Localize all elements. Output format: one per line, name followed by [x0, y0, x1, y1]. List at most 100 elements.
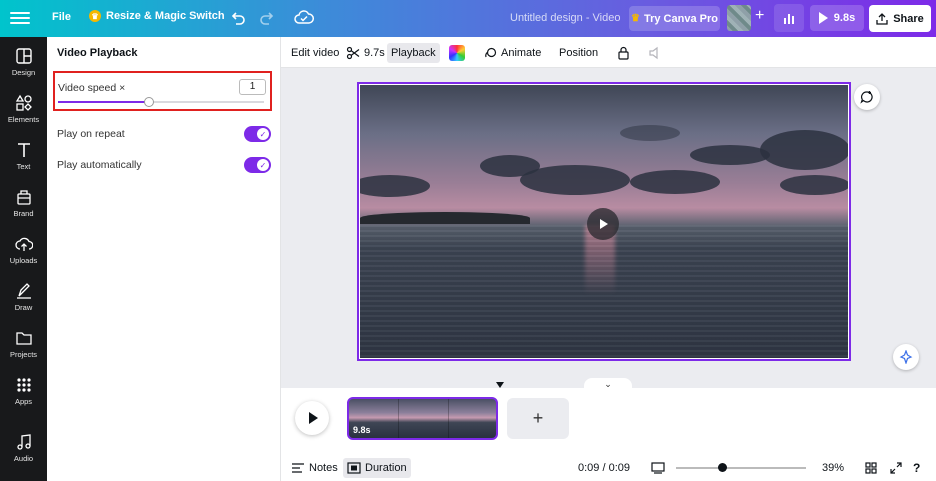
zoom-percent[interactable]: 39%	[818, 458, 848, 478]
zoom-slider[interactable]	[676, 463, 806, 472]
share-label: Share	[893, 12, 924, 25]
trim-button[interactable]: 9.7s	[342, 43, 389, 63]
play-automatically-toggle[interactable]: ✓	[244, 157, 271, 173]
avatar[interactable]	[727, 5, 751, 31]
rail-label: Uploads	[9, 256, 38, 265]
footer-bar: Notes Duration 0:09 / 0:09 39% ?	[281, 454, 936, 481]
try-canva-pro-button[interactable]: ♛ Try Canva Pro	[629, 6, 720, 31]
lock-icon[interactable]	[613, 43, 634, 63]
rail-item-audio[interactable]: Audio	[0, 433, 47, 473]
zoom-handle[interactable]	[717, 463, 727, 472]
magic-assistant-icon[interactable]	[893, 344, 919, 370]
brand-icon	[16, 190, 31, 205]
play-duration: 9.8s	[833, 12, 856, 24]
video-speed-input[interactable]: 1	[239, 79, 266, 95]
comment-icon[interactable]	[854, 84, 880, 110]
text-icon	[17, 143, 30, 157]
color-swatch-icon	[449, 45, 465, 61]
position-button[interactable]: Position	[555, 43, 602, 63]
file-menu[interactable]: File	[52, 11, 71, 23]
notes-label: Notes	[309, 462, 338, 474]
edit-video-button[interactable]: Edit video	[287, 43, 343, 63]
clip-duration: 9.8s	[353, 425, 371, 435]
design-icon	[15, 48, 32, 64]
rail-label: Brand	[13, 209, 34, 218]
rail-label: Apps	[14, 397, 33, 406]
left-rail: Design Elements Text Brand Uploads Draw …	[0, 37, 47, 481]
rail-label: Audio	[13, 454, 34, 463]
play-automatically-row: Play automatically ✓	[57, 155, 271, 175]
present-play-button[interactable]: 9.8s	[810, 5, 864, 31]
insights-icon[interactable]	[774, 4, 804, 32]
grid-view-icon[interactable]	[861, 458, 881, 478]
duration-label: Duration	[365, 462, 407, 474]
redo-icon[interactable]	[258, 9, 276, 30]
play-icon	[818, 12, 828, 24]
editor-toolbar: Edit video 9.7s Playback Animate Positio…	[281, 37, 936, 68]
menu-icon[interactable]	[10, 9, 30, 27]
rail-item-brand[interactable]: Brand	[0, 188, 47, 228]
rail-item-text[interactable]: Text	[0, 141, 47, 181]
rail-label: Elements	[7, 115, 40, 124]
video-thumbnail	[360, 85, 848, 358]
color-button[interactable]	[445, 43, 469, 63]
add-clip-button[interactable]: +	[507, 398, 569, 439]
document-title[interactable]: Untitled design - Video	[510, 12, 620, 24]
video-speed-slider[interactable]	[58, 97, 264, 107]
rail-item-apps[interactable]: Apps	[0, 376, 47, 416]
undo-icon[interactable]	[229, 9, 247, 30]
share-button[interactable]: Share	[869, 5, 931, 32]
timeline-play-button[interactable]	[295, 401, 329, 435]
help-icon[interactable]: ?	[909, 458, 924, 478]
apps-icon	[16, 378, 31, 392]
rail-label: Draw	[14, 303, 33, 312]
elements-icon	[15, 94, 32, 111]
notes-icon	[292, 463, 304, 473]
add-collaborator-icon[interactable]: +	[755, 7, 764, 25]
page-view-icon[interactable]	[647, 458, 669, 478]
projects-icon	[15, 332, 32, 345]
rail-label: Design	[11, 68, 36, 77]
playhead-marker[interactable]	[496, 382, 504, 388]
play-on-repeat-toggle[interactable]: ✓	[244, 126, 271, 142]
animate-button[interactable]: Animate	[480, 43, 545, 63]
play-icon	[600, 219, 608, 229]
rail-item-elements[interactable]: Elements	[0, 94, 47, 134]
notes-button[interactable]: Notes	[287, 458, 342, 478]
rail-item-projects[interactable]: Projects	[0, 329, 47, 369]
video-frame[interactable]	[357, 82, 851, 361]
rail-item-draw[interactable]: Draw	[0, 282, 47, 322]
scissors-icon	[346, 46, 360, 60]
video-speed-control: Video speed × 1	[53, 71, 272, 111]
animate-icon	[485, 47, 497, 57]
duration-button[interactable]: Duration	[343, 458, 411, 478]
fullscreen-icon[interactable]	[886, 458, 906, 478]
play-icon	[309, 412, 318, 424]
film-icon	[347, 462, 361, 474]
playback-button[interactable]: Playback	[387, 43, 440, 63]
video-play-button[interactable]	[587, 208, 619, 240]
resize-magic-switch-button[interactable]: ♛ Resize & Magic Switch	[89, 10, 225, 22]
top-bar: File ♛ Resize & Magic Switch Untitled de…	[0, 0, 936, 37]
rail-item-design[interactable]: Design	[0, 47, 47, 87]
uploads-icon	[14, 237, 33, 251]
audio-icon	[16, 434, 31, 450]
share-icon	[876, 12, 888, 25]
rail-item-uploads[interactable]: Uploads	[0, 235, 47, 275]
draw-icon	[16, 283, 31, 299]
video-clip[interactable]: 9.8s	[347, 397, 498, 440]
video-playback-panel: Video Playback Video speed × 1 Play on r…	[47, 37, 281, 481]
play-on-repeat-row: Play on repeat ✓	[57, 124, 271, 144]
canvas-area	[281, 68, 936, 388]
slider-handle[interactable]	[143, 97, 154, 107]
slider-fill	[58, 101, 149, 103]
crown-icon: ♛	[631, 13, 640, 24]
panel-title: Video Playback	[57, 47, 138, 59]
volume-icon[interactable]	[644, 43, 666, 63]
island	[360, 212, 530, 224]
cloud-save-icon[interactable]	[294, 9, 314, 30]
playback-time: 0:09 / 0:09	[578, 462, 630, 474]
play-automatically-label: Play automatically	[57, 159, 142, 171]
trim-duration: 9.7s	[364, 47, 385, 59]
animate-label: Animate	[501, 47, 542, 59]
